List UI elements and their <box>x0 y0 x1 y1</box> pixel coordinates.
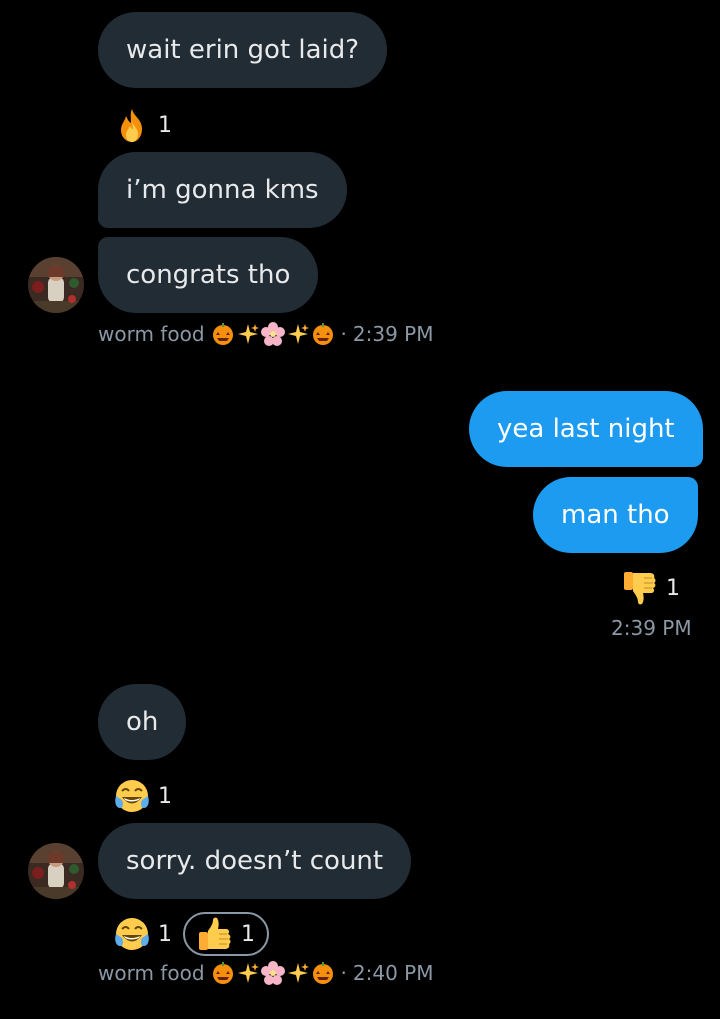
display-name-decoration <box>211 322 335 346</box>
message-bubble-incoming[interactable]: sorry. doesn’t count <box>98 823 412 899</box>
reaction-tears-of-joy[interactable]: 1 <box>114 914 172 954</box>
message-bubble-outgoing[interactable]: man tho <box>533 477 698 553</box>
reaction-count: 1 <box>158 921 172 947</box>
thumbs-down-icon <box>622 570 658 606</box>
message-text: oh <box>126 707 159 737</box>
reaction-tears-of-joy[interactable]: 1 <box>114 776 172 816</box>
jack-o-lantern-icon <box>212 962 233 984</box>
jack-o-lantern-icon <box>312 962 333 984</box>
message-text: congrats tho <box>126 260 291 290</box>
message-bubble-incoming[interactable]: i’m gonna kms <box>98 152 347 228</box>
message-text: yea last night <box>497 414 675 444</box>
message-bubble-incoming[interactable]: wait erin got laid? <box>98 12 388 88</box>
sender-name[interactable]: worm food <box>98 322 205 346</box>
timestamp: 2:39 PM <box>352 322 434 346</box>
avatar[interactable] <box>28 257 84 313</box>
fire-icon <box>114 107 150 143</box>
message-text: man tho <box>561 500 670 530</box>
cherry-blossom-icon <box>260 961 285 985</box>
message-meta: worm food · 2:40 PM <box>98 961 433 985</box>
avatar[interactable] <box>28 843 84 899</box>
reaction-count: 1 <box>241 921 255 947</box>
thumbs-up-icon <box>197 916 233 952</box>
reaction-thumbs-up-selected[interactable]: 1 <box>183 912 269 956</box>
sparkles-icon <box>237 324 259 344</box>
cherry-blossom-icon <box>260 322 285 346</box>
jack-o-lantern-icon <box>212 323 233 345</box>
sparkles-icon <box>287 963 309 983</box>
message-bubble-incoming[interactable]: congrats tho <box>98 237 319 313</box>
message-meta: 2:39 PM <box>611 616 692 640</box>
face-with-tears-of-joy-icon <box>114 916 150 952</box>
jack-o-lantern-icon <box>312 323 333 345</box>
display-name-decoration <box>211 961 335 985</box>
separator-dot: · <box>340 961 347 985</box>
reaction-count: 1 <box>666 575 680 601</box>
reaction-thumbs-down[interactable]: 1 <box>622 568 680 608</box>
reaction-count: 1 <box>158 783 172 809</box>
sparkles-icon <box>287 324 309 344</box>
message-bubble-incoming[interactable]: oh <box>98 684 187 760</box>
message-bubble-outgoing[interactable]: yea last night <box>469 391 703 467</box>
sparkles-icon <box>237 963 259 983</box>
sender-name[interactable]: worm food <box>98 961 205 985</box>
message-text: i’m gonna kms <box>126 175 319 205</box>
message-text: sorry. doesn’t count <box>126 846 384 876</box>
timestamp: 2:39 PM <box>611 616 692 640</box>
reaction-fire[interactable]: 1 <box>114 105 172 145</box>
message-meta: worm food · 2:39 PM <box>98 322 433 346</box>
separator-dot: · <box>340 322 347 346</box>
message-text: wait erin got laid? <box>126 35 360 65</box>
reaction-count: 1 <box>158 112 172 138</box>
face-with-tears-of-joy-icon <box>114 778 150 814</box>
timestamp: 2:40 PM <box>352 961 434 985</box>
